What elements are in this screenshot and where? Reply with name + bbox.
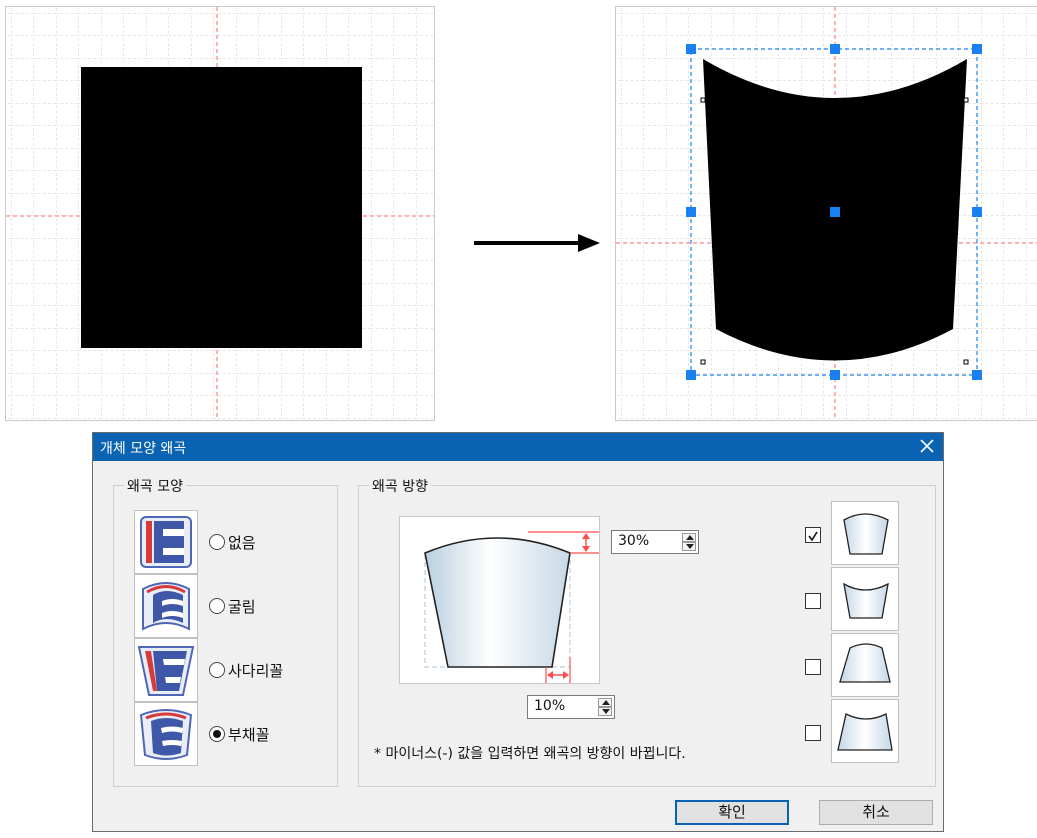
cancel-button[interactable]: 취소 [819, 800, 933, 825]
radio-fan-circle[interactable] [209, 726, 225, 742]
spin-up-icon[interactable] [682, 533, 696, 542]
close-icon[interactable] [917, 435, 937, 457]
black-rectangle-shape[interactable] [81, 67, 362, 348]
shape-trapezoid-icon [134, 638, 198, 702]
distortion-preview [399, 516, 600, 684]
distortion-shape-group: 왜곡 모양 없음 굴림 사다리꼴 부채꼴 [113, 476, 338, 787]
top-distortion-spinner[interactable]: 30% [611, 530, 699, 554]
direction-checkbox-4[interactable] [805, 725, 821, 741]
direction-top-bulge-icon [831, 501, 899, 565]
direction-checkbox-2[interactable] [805, 593, 821, 609]
top-distortion-value[interactable]: 30% [618, 533, 649, 549]
side-distortion-spinner[interactable]: 10% [527, 695, 615, 719]
title-bar: 개체 모양 왜곡 [93, 433, 943, 461]
arrow-right-icon [474, 234, 600, 252]
spin-up-icon[interactable] [598, 698, 612, 707]
direction-bottom-concave-icon [831, 699, 899, 763]
direction-checkbox-3[interactable] [805, 659, 821, 675]
spin-down-icon[interactable] [598, 707, 612, 716]
radio-trapezoid-circle[interactable] [209, 662, 225, 678]
shape-fan-icon [134, 702, 198, 766]
canvas-before-drawing [6, 7, 434, 420]
canvas-after-drawing [616, 7, 1037, 420]
distortion-direction-group-title: 왜곡 방향 [369, 476, 431, 496]
checkmark-icon [808, 531, 818, 542]
ok-button[interactable]: 확인 [675, 800, 789, 825]
radio-roll-label: 굴림 [228, 597, 256, 616]
shape-none-icon [134, 510, 198, 574]
spin-down-icon[interactable] [682, 542, 696, 551]
radio-fan[interactable]: 부채꼴 [209, 724, 269, 744]
dialog-title: 개체 모양 왜곡 [100, 441, 187, 457]
direction-bottom-wide-icon [831, 633, 899, 697]
negative-value-note: * 마이너스(-) 값을 입력하면 왜곡의 방향이 바뀝니다. [374, 746, 686, 762]
canvas-before [5, 6, 435, 421]
radio-roll-circle[interactable] [209, 598, 225, 614]
radio-none-circle[interactable] [209, 534, 225, 550]
direction-checkbox-1[interactable] [805, 527, 821, 543]
distortion-shape-group-title: 왜곡 모양 [124, 476, 186, 496]
shape-roll-icon [134, 574, 198, 638]
radio-trapezoid[interactable]: 사다리꼴 [209, 660, 283, 680]
distortion-direction-group: 왜곡 방향 30% 10% * 마이너스(-) 값을 입력하면 왜곡의 방향이 … [358, 476, 936, 787]
radio-roll[interactable]: 굴림 [209, 596, 256, 616]
radio-none[interactable]: 없음 [209, 532, 256, 552]
radio-trapezoid-label: 사다리꼴 [228, 661, 284, 680]
side-distortion-value[interactable]: 10% [534, 698, 565, 714]
canvas-after [615, 6, 1037, 421]
distort-shape-dialog: 개체 모양 왜곡 왜곡 모양 없음 굴림 사다리꼴 부채꼴 왜곡 방향 30% … [92, 432, 944, 832]
direction-top-concave-icon [831, 567, 899, 631]
radio-fan-label: 부채꼴 [228, 725, 270, 744]
radio-none-label: 없음 [228, 533, 256, 552]
